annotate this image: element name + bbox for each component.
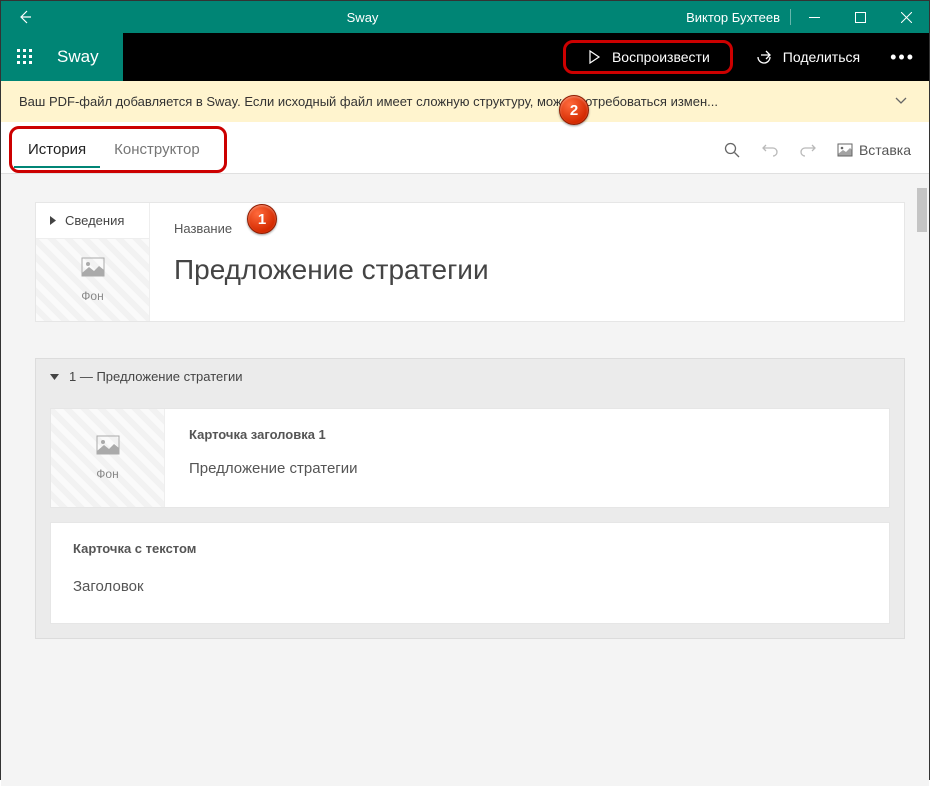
card-type-label: Карточка с текстом <box>73 541 867 556</box>
collapse-icon <box>50 372 59 381</box>
image-icon <box>96 435 120 455</box>
back-button[interactable] <box>1 9 49 25</box>
annotation-badge-1: 1 <box>247 204 277 234</box>
search-icon <box>723 141 741 159</box>
card-type-label: Карточка заголовка 1 <box>189 427 865 442</box>
background-tile[interactable]: Фон <box>36 239 149 321</box>
section-group: 1 — Предложение стратегии Фон Карточка з… <box>35 358 905 639</box>
section-header[interactable]: 1 — Предложение стратегии <box>36 359 904 394</box>
arrow-left-icon <box>17 9 33 25</box>
card-title-text[interactable]: Предложение стратегии <box>174 254 880 286</box>
chevron-down-icon <box>894 93 908 107</box>
play-icon <box>586 49 602 65</box>
section-title: 1 — Предложение стратегии <box>69 369 243 384</box>
insert-button[interactable]: Вставка <box>827 142 921 158</box>
card-text[interactable]: Предложение стратегии <box>189 460 865 477</box>
image-icon <box>81 257 105 277</box>
tab-designer[interactable]: Конструктор <box>100 131 214 168</box>
ellipsis-icon: ••• <box>890 47 915 67</box>
card-text[interactable]: Заголовок <box>73 578 867 595</box>
toolbar: Sway Воспроизвести Поделиться ••• <box>1 33 929 81</box>
title-card[interactable]: Сведения Фон Название Предложение страте… <box>35 202 905 322</box>
tab-bar: История Конструктор Вставка <box>1 122 929 174</box>
chevron-right-icon <box>48 216 57 225</box>
info-expand-button[interactable] <box>891 93 911 110</box>
info-bar: Ваш PDF-файл добавляется в Sway. Если ис… <box>1 81 929 122</box>
heading-card[interactable]: Фон Карточка заголовка 1 Предложение стр… <box>50 408 890 508</box>
background-label: Фон <box>51 467 164 481</box>
search-button[interactable] <box>713 131 751 169</box>
content-area: Сведения Фон Название Предложение страте… <box>1 174 929 786</box>
section-body: Фон Карточка заголовка 1 Предложение стр… <box>36 394 904 638</box>
maximize-button[interactable] <box>837 1 883 33</box>
tabs-highlight: История Конструктор <box>9 126 227 173</box>
minimize-icon <box>809 12 820 23</box>
window-title: Sway <box>49 10 676 25</box>
text-card[interactable]: Карточка с текстом Заголовок <box>50 522 890 624</box>
close-button[interactable] <box>883 1 929 33</box>
scrollbar-thumb[interactable] <box>917 188 927 232</box>
titlebar: Sway Виктор Бухтеев <box>1 1 929 33</box>
share-button[interactable]: Поделиться <box>739 42 876 72</box>
play-label: Воспроизвести <box>612 49 710 65</box>
app-name[interactable]: Sway <box>49 33 123 81</box>
insert-label: Вставка <box>859 142 911 158</box>
undo-button[interactable] <box>751 131 789 169</box>
annotation-badge-2: 2 <box>559 95 589 125</box>
app-launcher-button[interactable] <box>1 33 49 81</box>
share-icon <box>755 48 773 66</box>
more-button[interactable]: ••• <box>876 47 929 68</box>
image-icon <box>837 142 853 158</box>
undo-icon <box>761 141 779 159</box>
info-message: Ваш PDF-файл добавляется в Sway. Если ис… <box>19 94 891 109</box>
background-tile[interactable]: Фон <box>51 409 164 507</box>
details-label: Сведения <box>65 213 124 228</box>
card-content[interactable]: Карточка заголовка 1 Предложение стратег… <box>165 409 889 507</box>
details-toggle[interactable]: Сведения <box>36 203 149 239</box>
waffle-icon <box>17 49 33 65</box>
play-button[interactable]: Воспроизвести <box>563 40 733 74</box>
tab-history[interactable]: История <box>14 131 100 168</box>
redo-icon <box>799 141 817 159</box>
vertical-scrollbar[interactable] <box>915 174 929 786</box>
card-type-label: Название <box>174 221 880 236</box>
close-icon <box>901 12 912 23</box>
minimize-button[interactable] <box>791 1 837 33</box>
card-side-panel: Сведения Фон <box>36 203 150 321</box>
card-side-panel: Фон <box>51 409 165 507</box>
redo-button[interactable] <box>789 131 827 169</box>
user-name[interactable]: Виктор Бухтеев <box>676 10 790 25</box>
share-label: Поделиться <box>783 49 860 65</box>
maximize-icon <box>855 12 866 23</box>
background-label: Фон <box>36 289 149 303</box>
